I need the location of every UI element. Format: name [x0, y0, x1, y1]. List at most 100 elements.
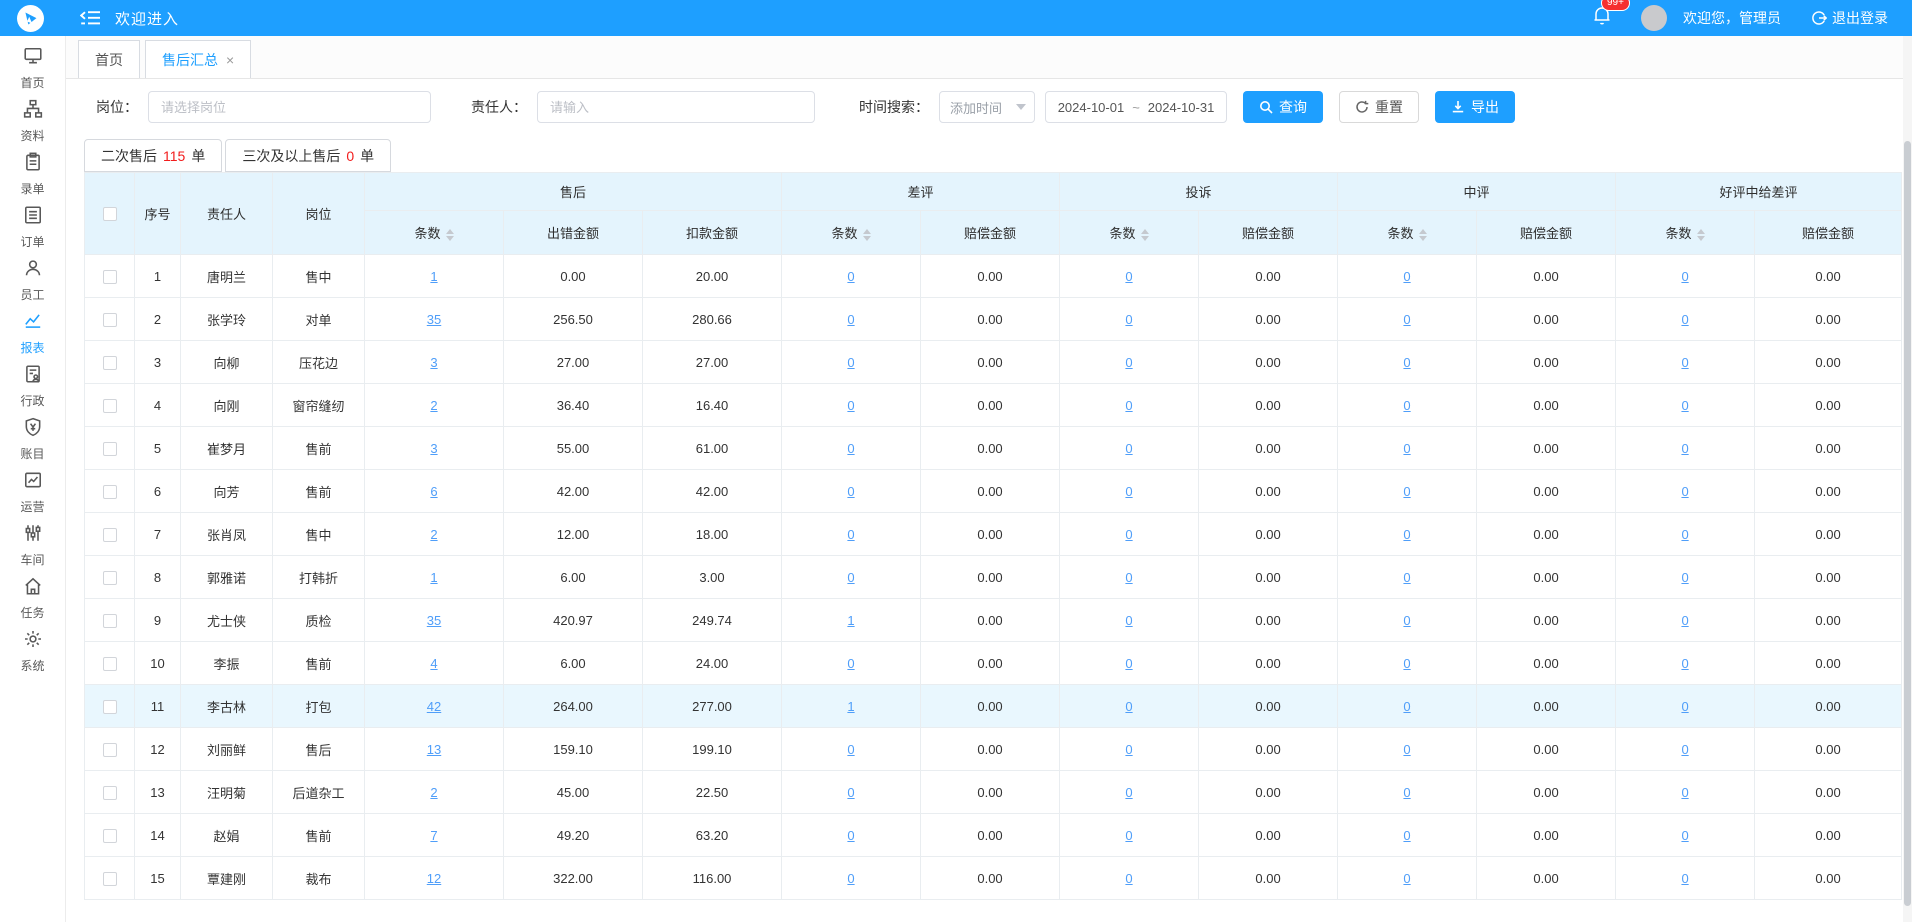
count-link[interactable]: 0	[1403, 570, 1410, 585]
count-link[interactable]: 1	[847, 699, 854, 714]
count-link[interactable]: 0	[1681, 742, 1688, 757]
row-checkbox[interactable]	[103, 442, 117, 456]
count-link[interactable]: 0	[1125, 355, 1132, 370]
post-filter-input[interactable]	[148, 91, 431, 123]
sort-caret-icon[interactable]	[1419, 229, 1427, 241]
count-link[interactable]: 3	[430, 355, 437, 370]
sidebar-item[interactable]: 首页	[0, 42, 65, 95]
row-checkbox[interactable]	[103, 356, 117, 370]
count-link[interactable]: 0	[847, 269, 854, 284]
count-link[interactable]: 0	[1125, 398, 1132, 413]
count-link[interactable]: 2	[430, 398, 437, 413]
sort-caret-icon[interactable]	[1141, 229, 1149, 241]
count-link[interactable]: 0	[1125, 312, 1132, 327]
count-link[interactable]: 0	[1403, 871, 1410, 886]
count-link[interactable]: 13	[427, 742, 441, 757]
count-link[interactable]: 0	[1125, 828, 1132, 843]
count-link[interactable]: 4	[430, 656, 437, 671]
count-link[interactable]: 0	[1403, 785, 1410, 800]
sortable-col-count[interactable]: 条数	[782, 211, 921, 255]
row-checkbox[interactable]	[103, 270, 117, 284]
sidebar-item[interactable]: 录单	[0, 148, 65, 201]
count-link[interactable]: 0	[1403, 656, 1410, 671]
count-link[interactable]: 0	[1403, 699, 1410, 714]
count-link[interactable]: 0	[847, 742, 854, 757]
tab-close-icon[interactable]: ×	[226, 52, 234, 68]
export-button[interactable]: 导出	[1435, 91, 1515, 123]
count-link[interactable]: 6	[430, 484, 437, 499]
count-link[interactable]: 12	[427, 871, 441, 886]
count-link[interactable]: 0	[1125, 527, 1132, 542]
sort-caret-icon[interactable]	[446, 229, 454, 241]
reset-button[interactable]: 重置	[1339, 91, 1419, 123]
count-link[interactable]: 3	[430, 441, 437, 456]
sort-caret-icon[interactable]	[1697, 229, 1705, 241]
count-link[interactable]: 0	[1681, 570, 1688, 585]
count-link[interactable]: 0	[847, 527, 854, 542]
row-checkbox[interactable]	[103, 786, 117, 800]
sidebar-item[interactable]: 任务	[0, 572, 65, 625]
count-link[interactable]: 0	[847, 398, 854, 413]
sortable-col-count[interactable]: 条数	[365, 211, 504, 255]
count-link[interactable]: 0	[1125, 656, 1132, 671]
count-link[interactable]: 0	[847, 441, 854, 456]
select-all-checkbox[interactable]	[103, 207, 117, 221]
row-checkbox[interactable]	[103, 657, 117, 671]
row-checkbox[interactable]	[103, 700, 117, 714]
logout-button[interactable]: 退出登录	[1811, 8, 1888, 28]
count-link[interactable]: 0	[1403, 484, 1410, 499]
sidebar-item[interactable]: 运营	[0, 466, 65, 519]
row-checkbox[interactable]	[103, 614, 117, 628]
sidebar-item[interactable]: 员工	[0, 254, 65, 307]
count-link[interactable]: 0	[1125, 269, 1132, 284]
count-link[interactable]: 35	[427, 312, 441, 327]
count-link[interactable]: 0	[847, 871, 854, 886]
count-link[interactable]: 0	[1403, 613, 1410, 628]
sortable-col-count[interactable]: 条数	[1338, 211, 1477, 255]
row-checkbox[interactable]	[103, 528, 117, 542]
count-link[interactable]: 7	[430, 828, 437, 843]
sidebar-item[interactable]: 车间	[0, 519, 65, 572]
count-link[interactable]: 0	[1403, 742, 1410, 757]
count-link[interactable]: 1	[847, 613, 854, 628]
sidebar-item[interactable]: 账目	[0, 413, 65, 466]
count-link[interactable]: 0	[1681, 699, 1688, 714]
count-link[interactable]: 0	[1403, 269, 1410, 284]
sortable-col-count[interactable]: 条数	[1616, 211, 1755, 255]
count-link[interactable]: 0	[847, 785, 854, 800]
tab-aftersale-summary[interactable]: 售后汇总 ×	[145, 40, 251, 78]
count-link[interactable]: 35	[427, 613, 441, 628]
subtab-second-aftersale[interactable]: 二次售后 115 单	[84, 139, 222, 172]
count-link[interactable]: 0	[1125, 871, 1132, 886]
count-link[interactable]: 0	[847, 570, 854, 585]
count-link[interactable]: 0	[1681, 355, 1688, 370]
vertical-scrollbar[interactable]	[1903, 36, 1912, 922]
count-link[interactable]: 0	[1125, 613, 1132, 628]
count-link[interactable]: 0	[1125, 570, 1132, 585]
count-link[interactable]: 0	[1125, 699, 1132, 714]
count-link[interactable]: 2	[430, 527, 437, 542]
count-link[interactable]: 0	[1125, 484, 1132, 499]
count-link[interactable]: 0	[847, 484, 854, 499]
tab-home[interactable]: 首页	[78, 40, 140, 78]
count-link[interactable]: 42	[427, 699, 441, 714]
search-button[interactable]: 查询	[1243, 91, 1323, 123]
count-link[interactable]: 0	[1403, 527, 1410, 542]
count-link[interactable]: 0	[847, 355, 854, 370]
time-type-select[interactable]: 添加时间	[939, 91, 1035, 123]
row-checkbox[interactable]	[103, 743, 117, 757]
sidebar-item[interactable]: 订单	[0, 201, 65, 254]
date-range-picker[interactable]: 2024-10-01 ~ 2024-10-31	[1045, 91, 1227, 123]
sidebar-item[interactable]: 行政	[0, 360, 65, 413]
count-link[interactable]: 0	[1681, 828, 1688, 843]
count-link[interactable]: 1	[430, 269, 437, 284]
row-checkbox[interactable]	[103, 485, 117, 499]
count-link[interactable]: 0	[1681, 613, 1688, 628]
count-link[interactable]: 0	[1403, 398, 1410, 413]
count-link[interactable]: 0	[1681, 871, 1688, 886]
subtab-third-plus-aftersale[interactable]: 三次及以上售后 0 单	[225, 139, 391, 172]
row-checkbox[interactable]	[103, 571, 117, 585]
sortable-col-count[interactable]: 条数	[1060, 211, 1199, 255]
count-link[interactable]: 0	[1681, 484, 1688, 499]
count-link[interactable]: 0	[1681, 312, 1688, 327]
